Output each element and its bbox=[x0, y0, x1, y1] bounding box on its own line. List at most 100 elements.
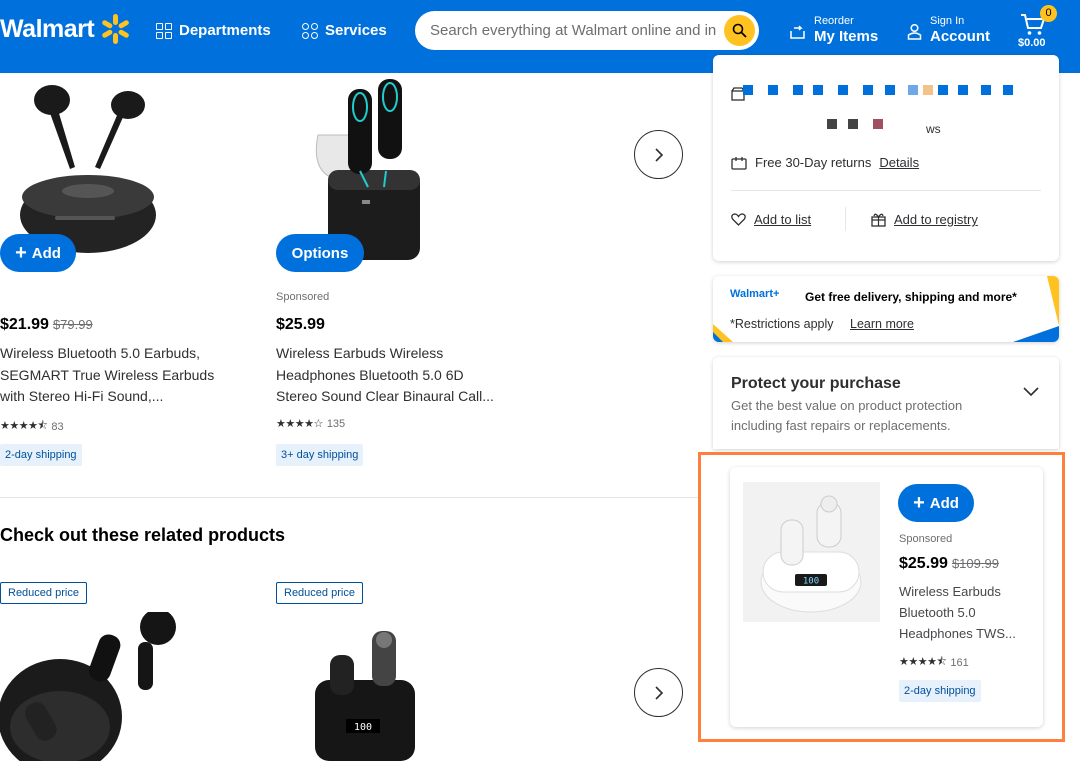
gift-icon bbox=[871, 213, 886, 227]
sponsored-label: Sponsored bbox=[276, 291, 330, 303]
shipping-badge: 2-day shipping bbox=[0, 444, 82, 466]
product-price: $21.99 $79.99 bbox=[0, 316, 93, 334]
options-label: Options bbox=[291, 244, 349, 262]
options-button[interactable]: Options bbox=[276, 234, 364, 272]
product-image[interactable]: 100 bbox=[743, 482, 880, 622]
my-items-label: My Items bbox=[814, 28, 879, 45]
protect-sub-line: Get the best value on product protection bbox=[731, 398, 963, 413]
departments-button[interactable]: Departments bbox=[156, 22, 271, 39]
shipping-badge: 3+ day shipping bbox=[276, 444, 364, 466]
free-returns-label: Free 30-Day returns bbox=[755, 155, 872, 170]
free-returns-row: Free 30-Day returns Details bbox=[731, 155, 919, 170]
product-rating: ★★★★⯪ 161 bbox=[899, 653, 969, 672]
protect-title: Protect your purchase bbox=[731, 375, 901, 392]
restrictions-text: *Restrictions apply bbox=[730, 317, 834, 331]
sign-in-label: Sign In bbox=[930, 15, 965, 27]
details-link[interactable]: Details bbox=[879, 155, 919, 170]
title-line: Wireless Bluetooth 5.0 Earbuds, bbox=[0, 345, 200, 361]
related-products-heading: Check out these related products bbox=[0, 525, 286, 545]
product-image[interactable]: 100 bbox=[310, 625, 420, 761]
heart-icon bbox=[731, 213, 746, 226]
protect-subtitle: Get the best value on product protection… bbox=[731, 396, 962, 435]
star-rating-icon: ★★★★⯪ bbox=[0, 420, 48, 432]
user-icon bbox=[907, 23, 922, 40]
cart-button[interactable]: 0 $0.00 bbox=[1016, 5, 1057, 53]
cart-count-badge: 0 bbox=[1040, 5, 1057, 22]
rating-count: 83 bbox=[51, 420, 64, 433]
add-to-registry-label: Add to registry bbox=[894, 212, 978, 227]
title-line: Stereo Sound Clear Binaural Call... bbox=[276, 388, 494, 404]
star-rating-icon: ★★★★⯪ bbox=[899, 656, 947, 668]
reduced-price-badge: Reduced price bbox=[0, 582, 87, 604]
current-price: $21.99 bbox=[0, 316, 49, 333]
walmart-plus-promo[interactable]: Walmart+ Get free delivery, shipping and… bbox=[713, 276, 1059, 342]
add-button[interactable]: + Add bbox=[898, 484, 974, 522]
add-button[interactable]: + Add bbox=[0, 234, 76, 272]
services-label: Services bbox=[325, 22, 387, 39]
search-input[interactable] bbox=[430, 11, 720, 50]
chevron-right-icon bbox=[654, 685, 663, 700]
reorder-icon bbox=[790, 25, 805, 39]
account-label: Account bbox=[930, 28, 990, 45]
logo-text: Walmart bbox=[0, 14, 95, 43]
services-button[interactable]: Services bbox=[302, 22, 387, 39]
promo-headline: Get free delivery, shipping and more* bbox=[805, 290, 1017, 304]
product-price: $25.99 $109.99 bbox=[899, 555, 999, 573]
search-button[interactable] bbox=[724, 15, 755, 46]
sign-in-account[interactable]: Sign In Account bbox=[907, 14, 990, 46]
reviews-fragment: ws bbox=[926, 122, 941, 136]
walmart-plus-logo: Walmart+ bbox=[730, 288, 780, 300]
title-line: with Stereo Hi-Fi Sound,... bbox=[0, 388, 164, 404]
title-line: Bluetooth 5.0 bbox=[899, 605, 976, 620]
section-divider bbox=[0, 497, 698, 498]
title-line: Headphones TWS... bbox=[899, 626, 1016, 641]
was-price: $109.99 bbox=[951, 556, 999, 571]
services-grid-icon bbox=[302, 22, 318, 39]
reorder-my-items[interactable]: Reorder My Items bbox=[789, 14, 878, 46]
spark-icon bbox=[100, 14, 130, 44]
sponsored-product-card[interactable]: 100 + Add Sponsored $25.99 $109.99 Wirele… bbox=[730, 467, 1043, 727]
add-to-list-label: Add to list bbox=[754, 212, 812, 227]
svg-text:100: 100 bbox=[803, 577, 819, 587]
product-rating: ★★★★☆ 135 bbox=[276, 417, 345, 431]
add-label: Add bbox=[31, 244, 61, 262]
cart-total: $0.00 bbox=[1018, 37, 1046, 49]
learn-more-link[interactable]: Learn more bbox=[850, 317, 914, 331]
panel-divider bbox=[731, 190, 1041, 191]
product-image[interactable] bbox=[0, 609, 185, 761]
returns-icon bbox=[731, 156, 747, 170]
add-label: Add bbox=[929, 494, 959, 512]
product-title[interactable]: Wireless Earbuds Wireless Headphones Blu… bbox=[276, 343, 526, 408]
fulfillment-panel: ws Free 30-Day returns Details Add to li… bbox=[713, 55, 1059, 261]
was-price: $79.99 bbox=[52, 317, 93, 332]
promo-decoration bbox=[713, 276, 1059, 342]
chevron-down-icon[interactable] bbox=[1023, 387, 1039, 397]
product-title[interactable]: Wireless Earbuds Bluetooth 5.0 Headphone… bbox=[899, 581, 1034, 644]
sponsored-label: Sponsored bbox=[899, 533, 953, 545]
product-title[interactable]: Wireless Bluetooth 5.0 Earbuds, SEGMART … bbox=[0, 343, 250, 408]
current-price: $25.99 bbox=[899, 555, 948, 572]
add-to-list-link[interactable]: Add to list bbox=[731, 212, 811, 227]
departments-label: Departments bbox=[179, 22, 271, 39]
title-line: Headphones Bluetooth 5.0 6D bbox=[276, 366, 464, 383]
svg-text:100: 100 bbox=[354, 722, 372, 733]
carousel-next-button[interactable] bbox=[634, 668, 683, 717]
search-icon bbox=[732, 23, 747, 38]
add-to-registry-link[interactable]: Add to registry bbox=[871, 212, 978, 227]
walmart-logo[interactable]: Walmart bbox=[0, 14, 130, 44]
product-image[interactable] bbox=[0, 75, 175, 255]
shipping-badge: 2-day shipping bbox=[899, 680, 981, 702]
plus-icon: + bbox=[15, 242, 27, 264]
title-line: Wireless Earbuds Wireless bbox=[276, 345, 444, 361]
carousel-next-button[interactable] bbox=[634, 130, 683, 179]
title-line: SEGMART True Wireless Earbuds bbox=[0, 366, 215, 383]
protect-purchase-panel[interactable]: Protect your purchase Get the best value… bbox=[713, 357, 1059, 449]
star-rating-icon: ★★★★☆ bbox=[276, 418, 323, 430]
reduced-price-badge: Reduced price bbox=[276, 582, 363, 604]
product-rating: ★★★★⯪ 83 bbox=[0, 417, 64, 436]
product-price: $25.99 bbox=[276, 316, 325, 334]
title-line: Wireless Earbuds bbox=[899, 584, 1001, 599]
rating-count: 161 bbox=[950, 656, 969, 669]
reorder-label: Reorder bbox=[814, 15, 854, 27]
protect-sub-line: including fast repairs or replacements. bbox=[731, 417, 951, 433]
